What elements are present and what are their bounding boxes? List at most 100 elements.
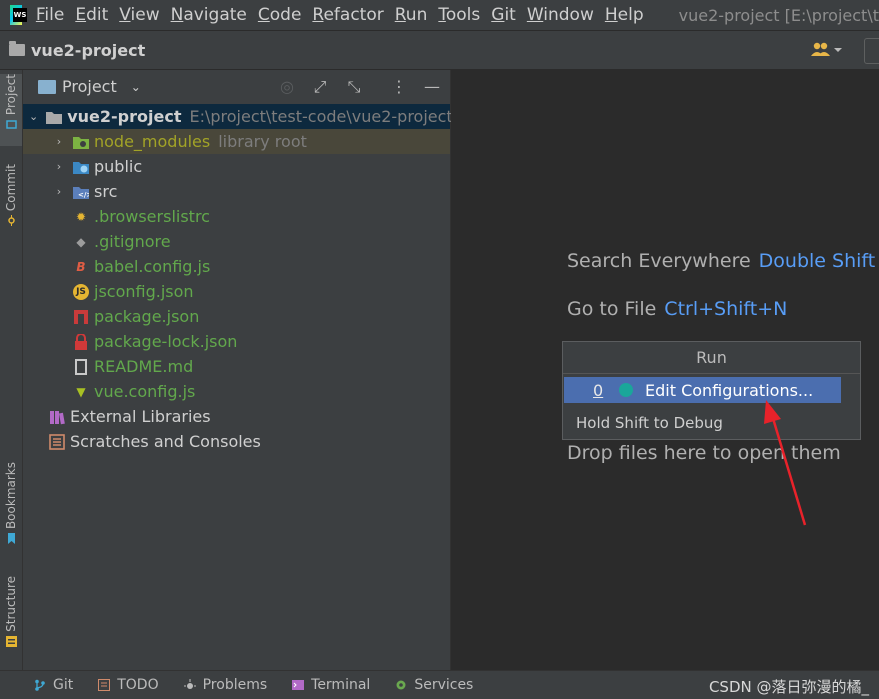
- run-config-selector[interactable]: [864, 38, 879, 64]
- problems-label: Problems: [202, 677, 268, 693]
- web-folder-icon: [73, 159, 89, 175]
- menu-bar: File Edit View Navigate Code Refactor Ru…: [0, 0, 879, 30]
- menu-help[interactable]: Help: [605, 5, 644, 25]
- gitignore-name: .gitignore: [94, 232, 171, 251]
- vue-config-name: vue.config.js: [94, 382, 196, 401]
- tab-commit[interactable]: Commit: [0, 164, 22, 236]
- collapsed-arrow-icon[interactable]: ›: [53, 160, 65, 173]
- expand-all-icon[interactable]: ⤢: [310, 77, 330, 97]
- menu-run[interactable]: Run: [395, 5, 428, 25]
- code-with-me-button[interactable]: [808, 39, 844, 61]
- todo-label: TODO: [117, 677, 159, 693]
- vue-icon: ▼: [76, 384, 86, 399]
- commit-icon: [7, 215, 15, 227]
- git-tool-button[interactable]: Git: [34, 677, 73, 693]
- lock-icon: [73, 333, 89, 350]
- jsconfig-name: jsconfig.json: [94, 282, 194, 301]
- tree-item-root[interactable]: ⌄ vue2-project E:\project\test-code\vue2…: [23, 104, 453, 129]
- menu-navigate[interactable]: Navigate: [171, 5, 247, 25]
- tab-bookmarks-label: Bookmarks: [4, 462, 18, 530]
- json-file-icon: JS: [73, 283, 89, 300]
- locate-file-icon[interactable]: ◎: [277, 77, 297, 97]
- git-file-icon: ◆: [76, 234, 86, 249]
- menu-git[interactable]: Git: [491, 5, 516, 25]
- menu-edit[interactable]: Edit: [75, 5, 108, 25]
- terminal-icon: [292, 680, 305, 690]
- git-label: Git: [53, 677, 74, 693]
- hint-search-everywhere: Search Everywhere Double Shift: [567, 250, 875, 272]
- problems-tool-button[interactable]: Problems: [183, 677, 268, 693]
- tree-item-public[interactable]: › public: [23, 154, 450, 179]
- collapse-all-icon[interactable]: ⤡: [344, 77, 364, 97]
- collapsed-arrow-icon[interactable]: ›: [53, 185, 65, 198]
- structure-icon: [5, 635, 17, 647]
- chevron-down-icon[interactable]: ⌄: [131, 80, 141, 94]
- csdn-watermark: CSDN @落日弥漫的橘_: [708, 678, 869, 696]
- tree-item-readme[interactable]: README.md: [23, 354, 450, 379]
- tree-item-node-modules[interactable]: › node_modules library root: [23, 129, 450, 154]
- root-folder-path: E:\project\test-code\vue2-project: [189, 107, 453, 126]
- root-folder-name: vue2-project: [67, 107, 182, 126]
- terminal-tool-button[interactable]: Terminal: [292, 677, 370, 693]
- tree-item-package[interactable]: package.json: [23, 304, 450, 329]
- tree-item-package-lock[interactable]: package-lock.json: [23, 329, 450, 354]
- options-menu-icon[interactable]: ⋮: [389, 77, 409, 97]
- tree-item-gitignore[interactable]: ◆ .gitignore: [23, 229, 450, 254]
- tree-item-jsconfig[interactable]: JS jsconfig.json: [23, 279, 450, 304]
- src-folder-name: src: [94, 182, 118, 201]
- menu-window[interactable]: Window: [527, 5, 594, 25]
- problems-icon: [183, 679, 196, 689]
- folder-icon: [9, 41, 25, 56]
- todo-icon: [98, 679, 111, 691]
- tab-project[interactable]: Project: [0, 74, 22, 146]
- services-tool-button[interactable]: Services: [395, 677, 473, 693]
- tab-project-label: Project: [4, 74, 18, 116]
- edit-config-icon: [619, 383, 633, 397]
- menu-view[interactable]: View: [119, 5, 159, 25]
- hint-drop-files: Drop files here to open them: [567, 442, 841, 464]
- svg-text:</>: </>: [78, 191, 89, 199]
- project-panel-header: Project ⌄ ◎ ⤢ ⤡ ⋮ —: [23, 70, 450, 103]
- hold-shift-hint: Hold Shift to Debug: [576, 414, 723, 432]
- terminal-label: Terminal: [311, 677, 371, 693]
- library-folder-icon: [73, 134, 89, 150]
- babel-icon: B: [76, 259, 86, 274]
- hide-panel-icon[interactable]: —: [422, 77, 442, 97]
- project-tool-window: Project ⌄ ◎ ⤢ ⤡ ⋮ — ⌄ vue2-project E:\pr…: [23, 70, 453, 670]
- project-view-selector[interactable]: Project: [62, 77, 117, 96]
- markdown-file-icon: [73, 358, 89, 375]
- tab-structure[interactable]: Structure: [0, 576, 22, 662]
- tree-item-scratches[interactable]: Scratches and Consoles: [23, 429, 450, 454]
- search-everywhere-shortcut: Double Shift: [758, 250, 876, 272]
- tree-item-browserslistrc[interactable]: ✹ .browserslistrc: [23, 204, 450, 229]
- babel-config-name: babel.config.js: [94, 257, 211, 276]
- tab-bookmarks[interactable]: Bookmarks: [0, 462, 22, 554]
- status-bar: Git TODO Problems Terminal Services CSDN…: [0, 670, 879, 699]
- menu-refactor[interactable]: Refactor: [312, 5, 383, 25]
- left-tool-strip: Project Commit Bookmarks Structure: [0, 70, 23, 670]
- config-file-icon: ✹: [75, 209, 87, 224]
- breadcrumb-project[interactable]: vue2-project: [31, 41, 145, 60]
- users-icon: [811, 42, 842, 56]
- tab-structure-label: Structure: [4, 576, 18, 632]
- bookmark-icon: [7, 533, 15, 545]
- tab-commit-label: Commit: [4, 164, 18, 212]
- source-folder-icon: </>: [73, 184, 89, 200]
- node-modules-name: node_modules: [94, 132, 211, 151]
- tree-item-vue-config[interactable]: ▼ vue.config.js: [23, 379, 450, 404]
- public-folder-name: public: [94, 157, 143, 176]
- tree-item-babel[interactable]: B babel.config.js: [23, 254, 450, 279]
- services-label: Services: [414, 677, 474, 693]
- menu-file[interactable]: File: [36, 5, 64, 25]
- tree-item-external-libraries[interactable]: External Libraries: [23, 404, 450, 429]
- menu-tools[interactable]: Tools: [438, 5, 480, 25]
- todo-tool-button[interactable]: TODO: [98, 677, 159, 693]
- collapsed-arrow-icon[interactable]: ›: [53, 135, 65, 148]
- menu-code[interactable]: Code: [258, 5, 302, 25]
- tree-item-src[interactable]: › </> src: [23, 179, 450, 204]
- window-title: vue2-project [E:\project\t: [678, 5, 879, 25]
- browserslistrc-name: .browserslistrc: [94, 207, 210, 226]
- expanded-arrow-icon[interactable]: ⌄: [29, 110, 38, 123]
- external-libraries-label: External Libraries: [70, 407, 211, 426]
- edit-configurations-item[interactable]: 0 Edit Configurations...: [564, 377, 841, 403]
